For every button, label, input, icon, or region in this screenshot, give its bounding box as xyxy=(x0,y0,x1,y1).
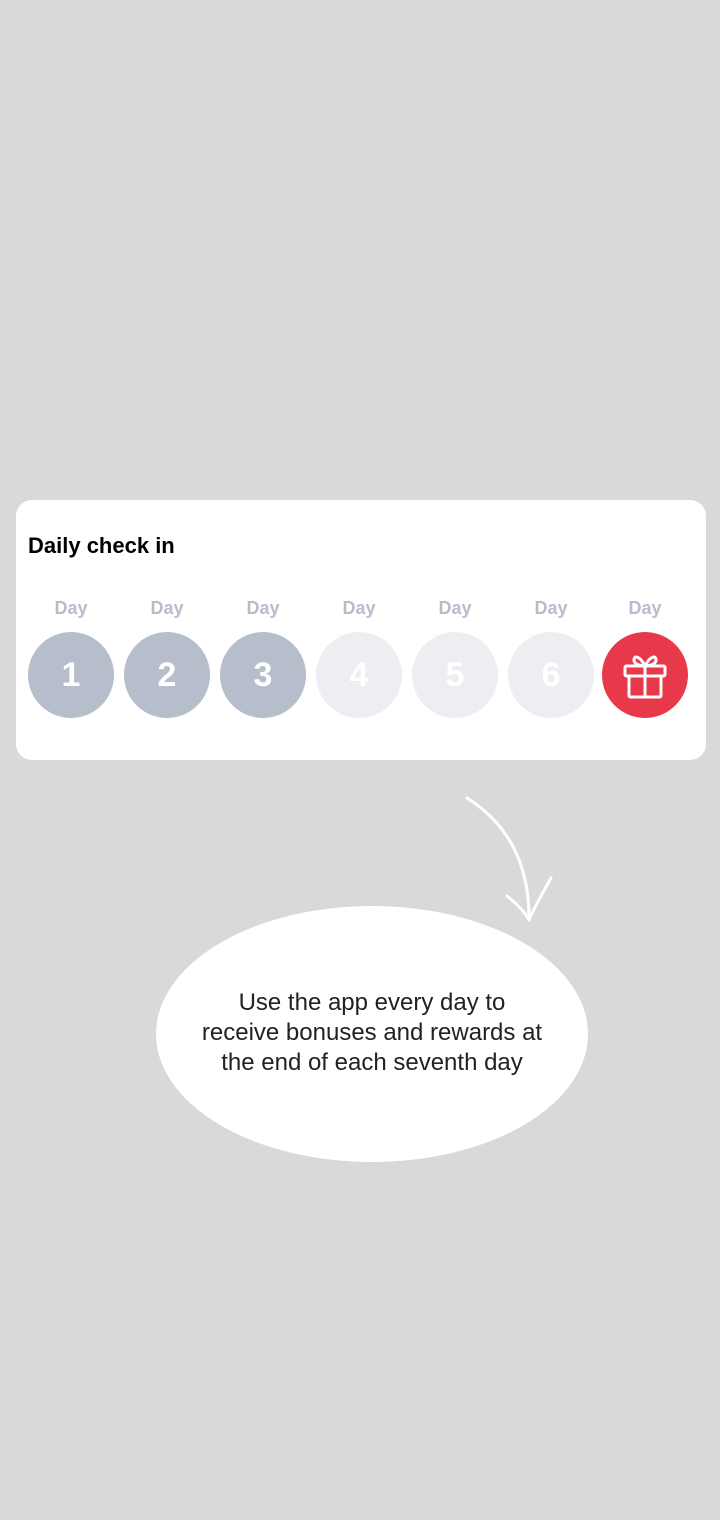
day-6: Day 6 xyxy=(508,595,594,719)
day-label: Day xyxy=(438,598,472,618)
day-label: Day xyxy=(342,598,376,618)
card-title: Daily check in xyxy=(28,533,175,558)
day-circle: 5 xyxy=(412,632,498,718)
day-circle: 3 xyxy=(220,632,306,718)
day-1: Day 1 xyxy=(28,595,114,719)
day-3: Day 3 xyxy=(220,595,306,719)
day-5: Day 5 xyxy=(412,595,498,719)
pointer-arrow-icon xyxy=(465,796,553,922)
hint-line: the end of each seventh day xyxy=(221,1049,523,1076)
reward-circle[interactable] xyxy=(602,632,688,718)
hint-bubble: Use the app every day to receive bonuses… xyxy=(156,906,588,1162)
day-4: Day 4 xyxy=(316,595,402,719)
day-label: Day xyxy=(246,598,280,618)
day-circle: 6 xyxy=(508,632,594,718)
hint-text: Use the app every day to receive bonuses… xyxy=(156,988,588,1078)
day-label: Day xyxy=(628,598,662,618)
day-circle: 1 xyxy=(28,632,114,718)
day-label: Day xyxy=(534,598,568,618)
gift-icon xyxy=(623,655,667,699)
day-2: Day 2 xyxy=(124,595,210,719)
day-circle: 2 xyxy=(124,632,210,718)
daily-checkin-card: Daily check in Day 1 Day 2 Day 3 Day 4 D… xyxy=(16,500,706,760)
hint-line: receive bonuses and rewards at xyxy=(201,1019,543,1046)
day-label: Day xyxy=(54,598,88,618)
day-7: Day xyxy=(602,595,688,719)
day-label: Day xyxy=(150,598,184,618)
hint-line: Use the app every day to xyxy=(238,989,506,1016)
day-circle: 4 xyxy=(316,632,402,718)
